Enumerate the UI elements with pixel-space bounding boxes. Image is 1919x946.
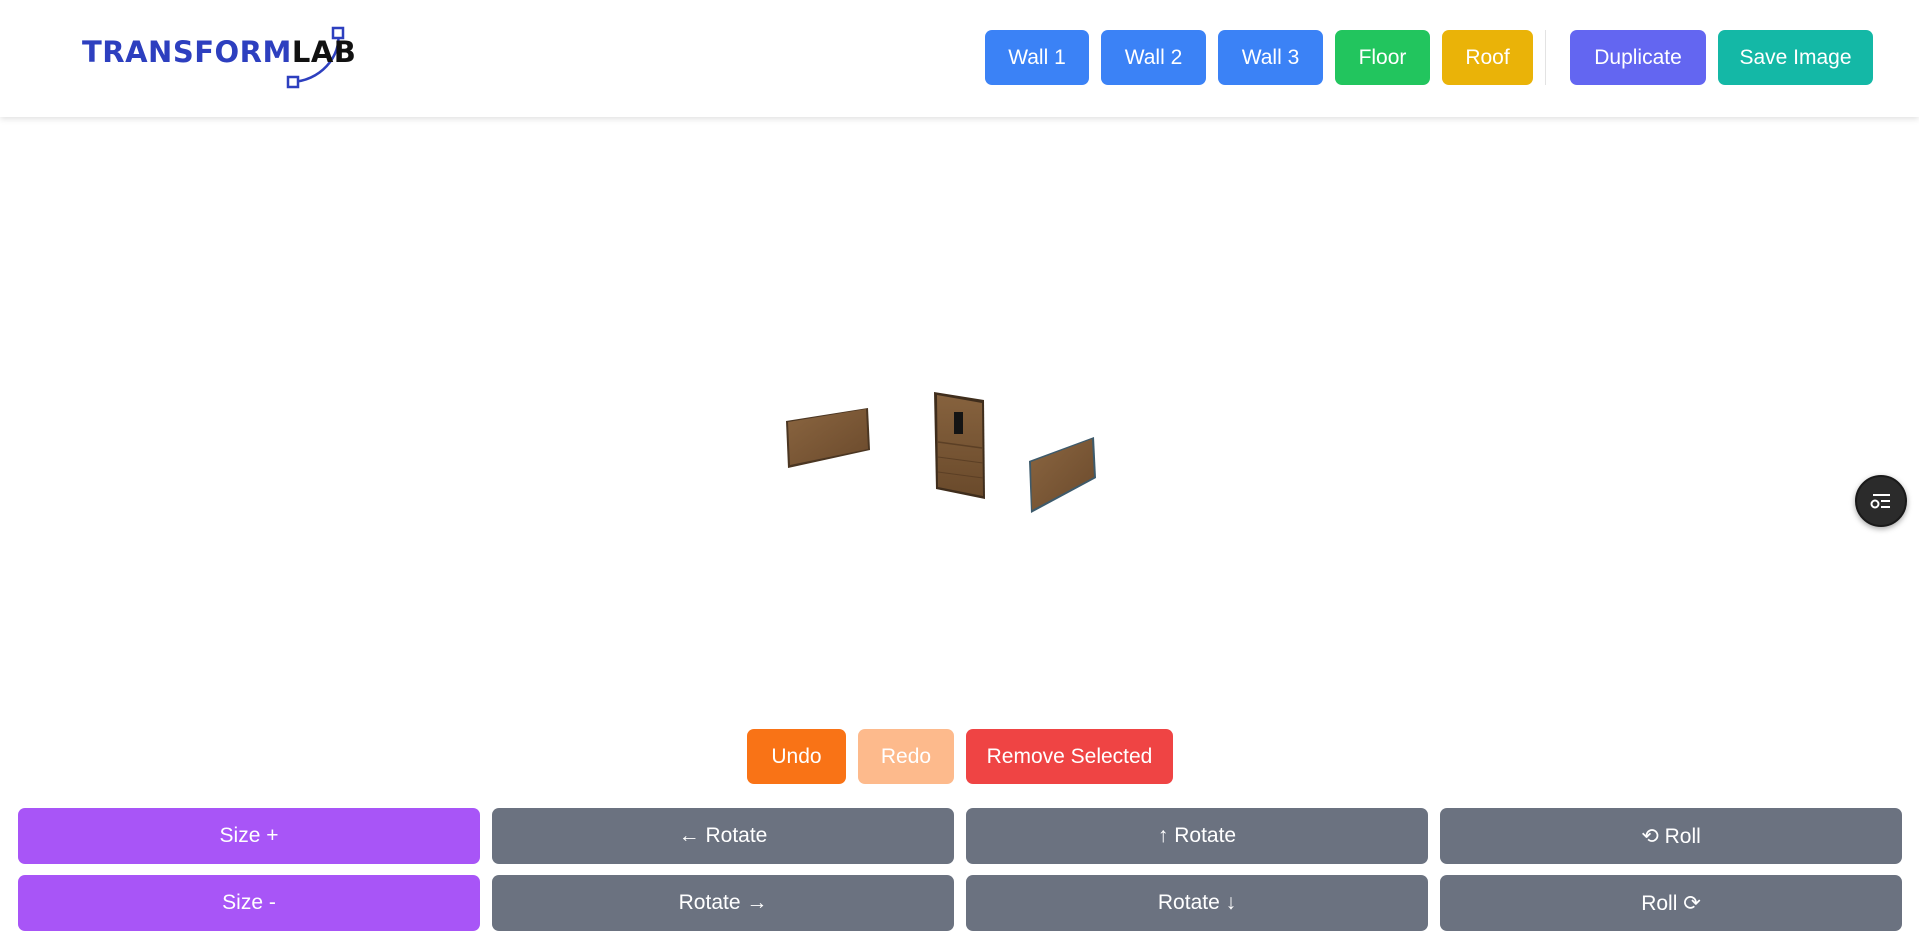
- toolbar-divider: [1545, 30, 1546, 85]
- floor-button[interactable]: Floor: [1335, 30, 1430, 85]
- roof-button[interactable]: Roof: [1442, 30, 1533, 85]
- settings-list-icon: [1870, 494, 1890, 509]
- roll-ccw-button[interactable]: ⟲ Roll: [1440, 808, 1902, 864]
- top-toolbar: TRANSFORMLAB Wall 1 Wall 2 Wall 3 Floor …: [0, 0, 1919, 117]
- rotate-up-button[interactable]: ↑ Rotate: [966, 808, 1428, 864]
- wall-2-button[interactable]: Wall 2: [1101, 30, 1206, 85]
- wall-1-button[interactable]: Wall 1: [985, 30, 1089, 85]
- save-image-button[interactable]: Save Image: [1718, 30, 1873, 85]
- rotate-left-button[interactable]: ← Rotate: [492, 808, 954, 864]
- size-minus-button[interactable]: Size -: [18, 875, 480, 931]
- wall-panel-left[interactable]: [786, 408, 870, 468]
- door-panel[interactable]: [934, 392, 985, 499]
- logo-text-lab: LAB: [291, 35, 357, 69]
- size-plus-button[interactable]: Size +: [18, 808, 480, 864]
- settings-list-button[interactable]: [1855, 475, 1907, 527]
- undo-button[interactable]: Undo: [747, 729, 846, 784]
- remove-selected-button[interactable]: Remove Selected: [966, 729, 1173, 784]
- scene-render: [786, 392, 1096, 513]
- wall-3-button[interactable]: Wall 3: [1218, 30, 1323, 85]
- redo-button[interactable]: Redo: [858, 729, 954, 784]
- roll-cw-button[interactable]: Roll ⟳: [1440, 875, 1902, 931]
- logo-text-transform: TRANSFORM: [82, 35, 292, 69]
- rotate-right-button[interactable]: Rotate →: [492, 875, 954, 931]
- 3d-viewport-canvas[interactable]: [0, 117, 1919, 717]
- transformlab-logo: TRANSFORMLAB: [80, 26, 356, 90]
- duplicate-button[interactable]: Duplicate: [1570, 30, 1706, 85]
- rotate-down-button[interactable]: Rotate ↓: [966, 875, 1428, 931]
- logo-wordmark: TRANSFORMLAB: [82, 35, 356, 69]
- wall-panel-right[interactable]: [1029, 437, 1096, 513]
